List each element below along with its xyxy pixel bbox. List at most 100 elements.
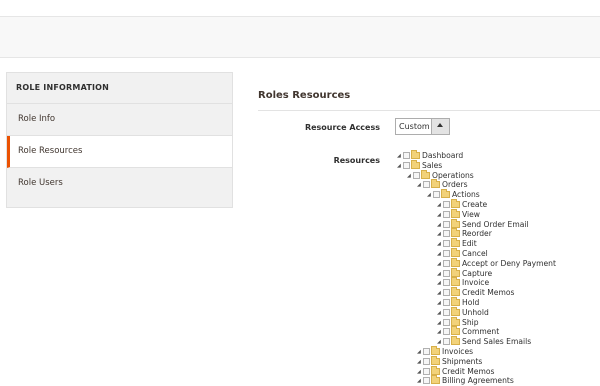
tree-node-label[interactable]: Capture: [462, 269, 492, 278]
tree-node-checkbox[interactable]: [443, 318, 450, 326]
tree-node-label[interactable]: Cancel: [462, 249, 488, 258]
tree-node[interactable]: ◢ Operations: [407, 169, 474, 181]
role-info-sidebar: ROLE INFORMATION Role Info Role Resource…: [6, 72, 233, 208]
tree-node-checkbox[interactable]: [443, 299, 450, 306]
tree-node-checkbox[interactable]: [443, 289, 450, 297]
page-header-bar: [0, 16, 600, 58]
folder-icon: [451, 306, 460, 316]
folder-icon: [451, 316, 460, 326]
tree-node-label[interactable]: Send Sales Emails: [462, 337, 531, 346]
tree-node-label[interactable]: Billing Agreements: [442, 376, 514, 385]
tree-node-checkbox[interactable]: [423, 367, 430, 375]
folder-icon: [411, 159, 420, 169]
tree-node-label[interactable]: Invoices: [442, 347, 473, 356]
tree-node-label[interactable]: Actions: [452, 190, 480, 199]
tree-node[interactable]: ◢ Ship: [437, 316, 479, 328]
sidebar-title: ROLE INFORMATION: [7, 73, 232, 104]
tree-node[interactable]: ◢ Reorder: [437, 228, 492, 239]
tree-node-checkbox[interactable]: [443, 250, 450, 257]
tree-node-checkbox[interactable]: [443, 220, 450, 228]
tree-node-checkbox[interactable]: [443, 259, 450, 267]
tree-node-checkbox[interactable]: [403, 152, 410, 159]
tree-node[interactable]: ◢ Hold: [437, 297, 479, 308]
folder-icon: [411, 150, 420, 159]
tree-node-checkbox[interactable]: [423, 377, 430, 385]
resources-label: Resources: [333, 156, 380, 165]
tree-node[interactable]: ◢ Create: [437, 199, 487, 210]
resource-access-value: Custom: [399, 122, 430, 131]
tree-node[interactable]: ◢ Cancel: [437, 248, 488, 259]
tree-node[interactable]: ◢ Credit Memos: [417, 365, 494, 377]
folder-icon: [451, 277, 460, 287]
tree-node-label[interactable]: Create: [462, 200, 487, 209]
folder-icon: [451, 336, 460, 346]
tree-node-checkbox[interactable]: [443, 338, 450, 346]
tree-node-label[interactable]: Unhold: [462, 308, 489, 317]
resource-access-label: Resource Access: [304, 123, 380, 132]
tree-node-checkbox[interactable]: [433, 191, 440, 199]
tree-node-checkbox[interactable]: [423, 181, 430, 189]
tree-node-checkbox[interactable]: [413, 171, 420, 179]
tree-node-checkbox[interactable]: [443, 240, 450, 248]
section-divider: [258, 110, 600, 111]
tree-node-label[interactable]: Ship: [462, 318, 479, 327]
tree-node[interactable]: ◢ Dashboard: [397, 150, 463, 161]
tree-node[interactable]: ◢ Capture: [437, 267, 492, 279]
tree-node[interactable]: ◢ View: [437, 208, 480, 220]
tree-node-checkbox[interactable]: [443, 279, 450, 287]
tree-node-label[interactable]: Accept or Deny Payment: [462, 259, 556, 268]
section-title: Roles Resources: [258, 90, 351, 101]
folder-icon: [451, 326, 460, 336]
folder-icon: [421, 169, 430, 179]
tree-node-label[interactable]: Sales: [422, 161, 442, 170]
sidebar-item-role-info[interactable]: Role Info: [7, 104, 232, 136]
tree-node-label[interactable]: View: [462, 210, 480, 219]
tree-node-checkbox[interactable]: [443, 308, 450, 316]
tree-node-checkbox[interactable]: [443, 201, 450, 208]
folder-icon: [451, 238, 460, 248]
folder-icon: [451, 297, 460, 306]
select-toggle-button[interactable]: [431, 119, 449, 134]
tree-node-label[interactable]: Orders: [442, 180, 468, 189]
folder-icon: [451, 228, 460, 238]
folder-icon: [451, 248, 460, 257]
tree-node-label[interactable]: Send Order Email: [462, 220, 529, 229]
tree-node-checkbox[interactable]: [403, 161, 410, 169]
folder-icon: [431, 375, 440, 385]
folder-icon: [431, 346, 440, 355]
tree-node-checkbox[interactable]: [443, 230, 450, 238]
tree-node-checkbox[interactable]: [443, 210, 450, 218]
tree-node-label[interactable]: Credit Memos: [462, 288, 514, 297]
sidebar-item-role-users[interactable]: Role Users: [7, 168, 232, 199]
folder-icon: [451, 257, 460, 267]
tree-node[interactable]: ◢ Unhold: [437, 306, 489, 318]
tree-node[interactable]: ◢ Credit Memos: [437, 287, 514, 298]
tree-node-checkbox[interactable]: [423, 357, 430, 365]
tree-node[interactable]: ◢ Billing Agreements: [417, 375, 514, 386]
tree-node-checkbox[interactable]: [423, 348, 430, 355]
tree-node-checkbox[interactable]: [443, 328, 450, 336]
tree-node[interactable]: ◢ Comment: [437, 326, 499, 337]
tree-node-checkbox[interactable]: [443, 269, 450, 277]
tree-node-label[interactable]: Hold: [462, 298, 479, 307]
tree-node[interactable]: ◢ Shipments: [417, 355, 482, 367]
tree-node-label[interactable]: Comment: [462, 327, 499, 336]
tree-node[interactable]: ◢ Invoices: [417, 346, 473, 357]
sidebar-item-role-resources[interactable]: Role Resources: [7, 136, 232, 168]
folder-icon: [451, 267, 460, 277]
tree-node-label[interactable]: Credit Memos: [442, 367, 494, 376]
tree-node-label[interactable]: Reorder: [462, 229, 492, 238]
tree-node[interactable]: ◢ Send Sales Emails: [437, 336, 531, 347]
folder-icon: [451, 208, 460, 218]
resource-access-select[interactable]: Custom: [395, 118, 450, 135]
tree-node-label[interactable]: Shipments: [442, 357, 482, 366]
tree-node[interactable]: ◢ Sales: [397, 159, 442, 171]
folder-icon: [431, 365, 440, 375]
tree-node-label[interactable]: Dashboard: [422, 151, 463, 160]
tree-node[interactable]: ◢ Invoice: [437, 277, 489, 288]
tree-node-label[interactable]: Invoice: [462, 278, 489, 287]
tree-node-label[interactable]: Edit: [462, 239, 477, 248]
tree-node-label[interactable]: Operations: [432, 171, 474, 180]
folder-icon: [441, 189, 450, 199]
folder-icon: [451, 287, 460, 297]
